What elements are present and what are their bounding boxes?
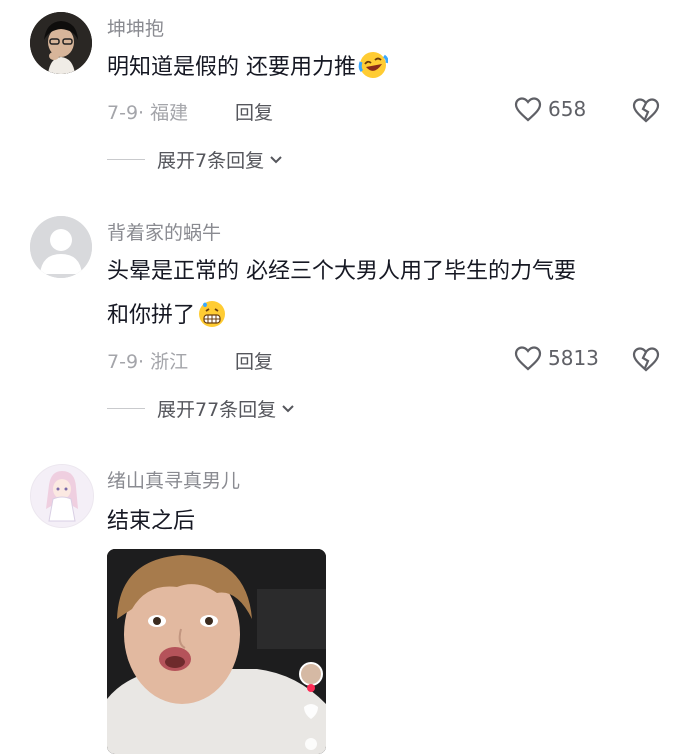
heart-icon — [514, 346, 542, 371]
divider — [107, 159, 145, 160]
expand-replies-button[interactable]: 展开7条回复 — [107, 146, 284, 173]
username[interactable]: 绪山真寻真男儿 — [107, 466, 240, 493]
broken-heart-icon — [632, 347, 660, 372]
rofl-emoji — [358, 50, 389, 80]
dislike-button[interactable] — [632, 97, 660, 123]
expand-label: 展开77条回复 — [157, 399, 277, 421]
dislike-button[interactable] — [632, 346, 660, 372]
divider — [107, 408, 145, 409]
avatar[interactable] — [30, 12, 92, 74]
comment-text-body: 和你拼了 — [107, 303, 196, 328]
username[interactable]: 背着家的蜗牛 — [107, 218, 221, 245]
chevron-down-icon — [282, 404, 294, 412]
comment-text: 明知道是假的 还要用力推 — [107, 46, 667, 90]
avatar[interactable] — [30, 464, 94, 528]
chevron-down-icon — [270, 155, 282, 163]
comment-text-body: 明知道是假的 还要用力推 — [107, 55, 356, 80]
reply-button[interactable]: 回复 — [235, 347, 273, 374]
comment-text: 结束之后 — [107, 509, 196, 534]
grimace-sweat-emoji — [197, 298, 227, 328]
video-thumbnail[interactable] — [107, 549, 326, 754]
date-location: 7-9· 福建 — [107, 102, 189, 124]
heart-icon — [514, 97, 542, 122]
like-button[interactable]: 658 — [514, 96, 586, 122]
like-button[interactable]: 5813 — [514, 345, 599, 371]
like-count: 5813 — [548, 346, 599, 370]
expand-replies-button[interactable]: 展开77条回复 — [107, 395, 296, 422]
comment-text: 头晕是正常的 必经三个大男人用了毕生的力气要 和你拼了 — [107, 250, 667, 338]
date-location: 7-9· 浙江 — [107, 351, 189, 373]
broken-heart-icon — [632, 98, 660, 123]
username[interactable]: 坤坤抱 — [107, 14, 164, 41]
expand-label: 展开7条回复 — [157, 150, 265, 172]
avatar[interactable] — [30, 216, 92, 278]
like-count: 658 — [548, 97, 587, 121]
reply-button[interactable]: 回复 — [235, 98, 273, 125]
comment-text-line: 和你拼了 — [107, 294, 667, 338]
comment-text-line: 头晕是正常的 必经三个大男人用了毕生的力气要 — [107, 259, 576, 284]
